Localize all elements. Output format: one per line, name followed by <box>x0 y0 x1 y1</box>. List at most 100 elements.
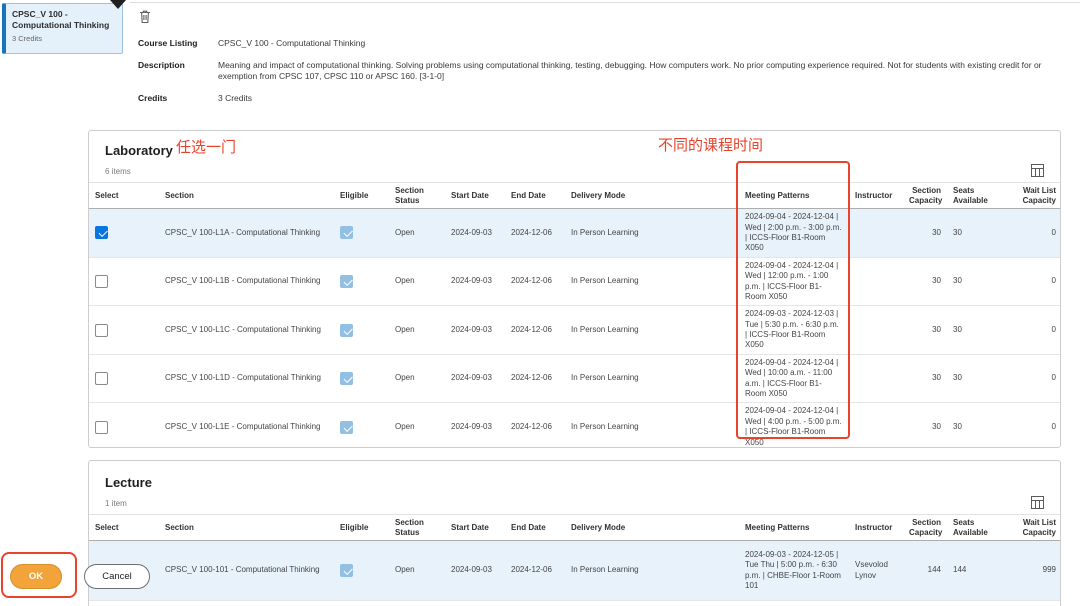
instructor-cell <box>849 354 903 404</box>
meeting-patterns-cell: 2024-09-04 - 2024-12-04 | Wed | 4:00 p.m… <box>739 402 849 447</box>
laboratory-items-bar: 6 items <box>105 164 1044 178</box>
laboratory-items-count: 6 items <box>105 166 131 176</box>
delivery-mode-cell: In Person Learning <box>565 354 739 404</box>
section-row: CPSC_V 100-L1C - Computational Thinking O… <box>89 305 1060 355</box>
start-date-cell: 2024-09-03 <box>445 354 505 404</box>
select-checkbox[interactable] <box>95 226 108 240</box>
course-details: Course Listing CPSC_V 100 - Computationa… <box>138 38 1058 115</box>
section-row: CPSC_V 100-101 - Computational Thinking O… <box>89 540 1060 602</box>
column-header-eligible[interactable]: Eligible <box>334 514 389 542</box>
column-header-section[interactable]: Section <box>159 182 334 210</box>
grid-header-row: Select Section Eligible Section Status Start… <box>89 514 1060 542</box>
wait-list-capacity-cell: 0 <box>1003 402 1060 447</box>
section-capacity-cell: 144 <box>903 540 947 602</box>
description-row: Description Meaning and impact of comput… <box>138 60 1058 82</box>
section-status-cell: Open <box>389 305 445 355</box>
section-cell: CPSC_V 100-L1D - Computational Thinking <box>159 354 334 404</box>
lecture-panel: Lecture 1 item Select Section Eligible Sect… <box>88 460 1061 606</box>
select-checkbox[interactable] <box>95 323 108 337</box>
column-header-delivery-mode[interactable]: Delivery Mode <box>565 514 739 542</box>
column-header-end-date[interactable]: End Date <box>505 514 565 542</box>
end-date-cell: 2024-12-06 <box>505 305 565 355</box>
section-capacity-cell: 30 <box>903 305 947 355</box>
section-capacity-cell: 30 <box>903 208 947 258</box>
column-header-section-capacity[interactable]: Section Capacity <box>903 514 947 542</box>
section-cell: CPSC_V 100-L1E - Computational Thinking <box>159 402 334 447</box>
column-header-meeting-patterns[interactable]: Meeting Patterns <box>739 182 849 210</box>
instructor-cell <box>849 257 903 307</box>
section-capacity-cell: 30 <box>903 354 947 404</box>
lecture-title: Lecture <box>105 475 152 490</box>
annotation-different-times: 不同的课程时间 <box>658 137 764 154</box>
seats-available-cell: 30 <box>947 305 1003 355</box>
delete-course-button[interactable] <box>135 8 155 28</box>
instructor-cell <box>849 305 903 355</box>
course-card-credits: 3 Credits <box>12 34 43 44</box>
section-status-cell: Open <box>389 208 445 258</box>
laboratory-title: Laboratory <box>105 143 173 158</box>
description-value: Meaning and impact of computational thin… <box>218 60 1042 82</box>
column-header-section-capacity[interactable]: Section Capacity <box>903 182 947 210</box>
select-checkbox[interactable] <box>95 275 108 289</box>
lecture-items-count: 1 item <box>105 498 127 508</box>
meeting-patterns-cell: 2024-09-03 - 2024-12-05 | Tue Thu | 5:00… <box>739 540 849 602</box>
column-header-section[interactable]: Section <box>159 514 334 542</box>
course-card[interactable]: CPSC_V 100 - Computational Thinking 3 Cr… <box>2 3 123 54</box>
column-header-eligible[interactable]: Eligible <box>334 182 389 210</box>
section-row: CPSC_V 100-L1B - Computational Thinking O… <box>89 257 1060 307</box>
laboratory-panel: Laboratory 6 items Select Section Eligible… <box>88 130 1061 448</box>
section-status-cell: Open <box>389 540 445 602</box>
eligible-checkbox <box>340 275 353 289</box>
section-cell: CPSC_V 100-L1C - Computational Thinking <box>159 305 334 355</box>
laboratory-grid: Select Section Eligible Section Status Start… <box>89 182 1060 447</box>
column-header-select[interactable]: Select <box>89 182 159 210</box>
instructor-cell: Vsevolod Lynov <box>849 540 903 602</box>
meeting-patterns-cell: 2024-09-04 - 2024-12-04 | Wed | 12:00 p.… <box>739 257 849 307</box>
ok-button[interactable]: OK <box>10 564 62 589</box>
select-checkbox[interactable] <box>95 372 108 386</box>
wait-list-capacity-cell: 999 <box>1003 540 1060 602</box>
credits-label: Credits <box>138 93 168 104</box>
column-header-instructor[interactable]: Instructor <box>849 182 903 210</box>
table-grid-icon[interactable] <box>1030 496 1044 510</box>
column-header-start-date[interactable]: Start Date <box>445 514 505 542</box>
annotation-choose-one: 任选一门 <box>176 139 237 156</box>
column-header-meeting-patterns[interactable]: Meeting Patterns <box>739 514 849 542</box>
wait-list-capacity-cell: 0 <box>1003 305 1060 355</box>
section-cell: CPSC_V 100-101 - Computational Thinking <box>159 540 334 602</box>
wait-list-capacity-cell: 0 <box>1003 257 1060 307</box>
column-header-seats-available[interactable]: Seats Available <box>947 514 1003 542</box>
lecture-grid: Select Section Eligible Section Status Start… <box>89 514 1060 602</box>
delivery-mode-cell: In Person Learning <box>565 540 739 602</box>
end-date-cell: 2024-12-06 <box>505 257 565 307</box>
column-header-wait-list-capacity[interactable]: Wait List Capacity <box>1003 182 1060 210</box>
end-date-cell: 2024-12-06 <box>505 402 565 447</box>
eligible-checkbox <box>340 564 353 578</box>
column-header-delivery-mode[interactable]: Delivery Mode <box>565 182 739 210</box>
column-header-section-status[interactable]: Section Status <box>389 514 445 542</box>
meeting-patterns-cell: 2024-09-03 - 2024-12-03 | Tue | 5:30 p.m… <box>739 305 849 355</box>
credits-row: Credits 3 Credits <box>138 93 1058 104</box>
instructor-cell <box>849 208 903 258</box>
section-capacity-cell: 30 <box>903 257 947 307</box>
column-header-end-date[interactable]: End Date <box>505 182 565 210</box>
column-header-section-status[interactable]: Section Status <box>389 182 445 210</box>
column-header-instructor[interactable]: Instructor <box>849 514 903 542</box>
column-header-start-date[interactable]: Start Date <box>445 182 505 210</box>
column-header-seats-available[interactable]: Seats Available <box>947 182 1003 210</box>
start-date-cell: 2024-09-03 <box>445 402 505 447</box>
column-header-wait-list-capacity[interactable]: Wait List Capacity <box>1003 514 1060 542</box>
cancel-button[interactable]: Cancel <box>84 564 150 589</box>
section-cell: CPSC_V 100-L1A - Computational Thinking <box>159 208 334 258</box>
column-header-select[interactable]: Select <box>89 514 159 542</box>
table-grid-icon[interactable] <box>1030 164 1044 178</box>
section-cell: CPSC_V 100-L1B - Computational Thinking <box>159 257 334 307</box>
section-status-cell: Open <box>389 257 445 307</box>
seats-available-cell: 30 <box>947 354 1003 404</box>
eligible-checkbox <box>340 372 353 386</box>
seats-available-cell: 144 <box>947 540 1003 602</box>
delivery-mode-cell: In Person Learning <box>565 208 739 258</box>
select-checkbox[interactable] <box>95 420 108 434</box>
trash-icon <box>137 10 153 28</box>
section-status-cell: Open <box>389 354 445 404</box>
